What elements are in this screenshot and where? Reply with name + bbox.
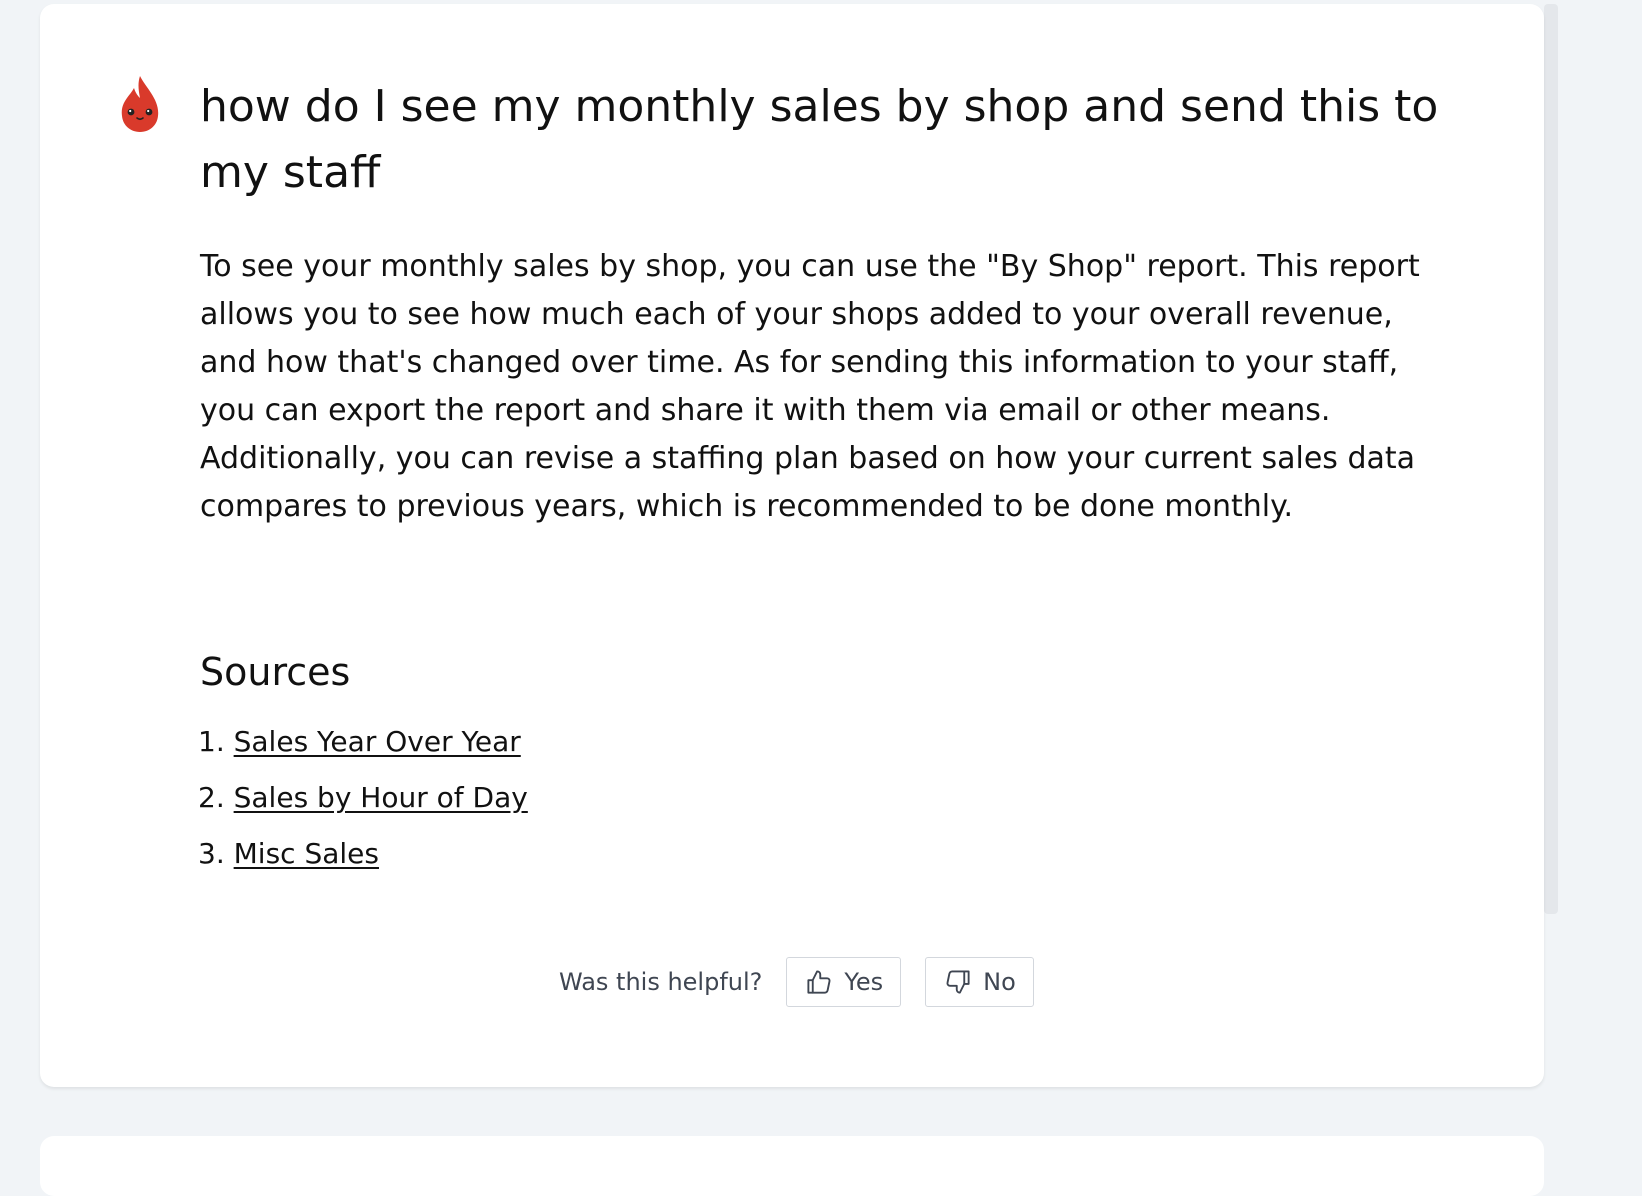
source-link-sales-by-hour-of-day[interactable]: Sales by Hour of Day — [234, 781, 528, 814]
question-title: how do I see my monthly sales by shop an… — [200, 81, 1439, 198]
feedback-prompt: Was this helpful? — [559, 968, 763, 996]
sources-heading: Sources — [200, 650, 351, 694]
source-number: 2. — [198, 781, 225, 814]
next-card — [40, 1136, 1544, 1196]
no-label: No — [983, 968, 1016, 996]
sources-list: 1. Sales Year Over Year 2. Sales by Hour… — [198, 720, 528, 888]
source-link-misc-sales[interactable]: Misc Sales — [234, 837, 379, 870]
thumbs-down-icon — [946, 970, 970, 994]
yes-label: Yes — [844, 968, 884, 996]
feedback-bar: Was this helpful? Yes No — [559, 956, 1058, 1008]
source-link-sales-year-over-year[interactable]: Sales Year Over Year — [234, 725, 521, 758]
source-item: 2. Sales by Hour of Day — [198, 776, 528, 832]
thumbs-up-icon — [807, 970, 831, 994]
scrollbar[interactable] — [1544, 4, 1558, 914]
no-button[interactable]: No — [925, 957, 1034, 1007]
source-item: 1. Sales Year Over Year — [198, 720, 528, 776]
assistant-logo-icon — [121, 76, 159, 132]
yes-button[interactable]: Yes — [786, 957, 902, 1007]
answer-text: To see your monthly sales by shop, you c… — [200, 249, 1420, 524]
source-number: 1. — [198, 725, 225, 758]
source-item: 3. Misc Sales — [198, 832, 528, 888]
source-number: 3. — [198, 837, 225, 870]
